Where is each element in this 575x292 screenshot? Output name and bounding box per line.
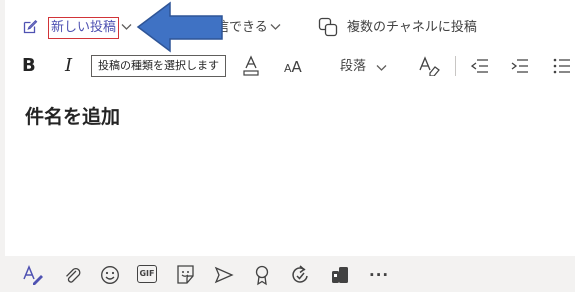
post-type-selector[interactable]: 新しい投稿 bbox=[48, 17, 120, 39]
bulleted-list-icon[interactable] bbox=[553, 58, 571, 74]
gif-label: GIF bbox=[139, 269, 155, 278]
clear-formatting-icon[interactable] bbox=[418, 56, 440, 76]
more-options-icon[interactable]: ··· bbox=[369, 268, 389, 283]
format-icon[interactable] bbox=[22, 265, 44, 285]
praise-icon[interactable] bbox=[254, 264, 270, 286]
emoji-icon[interactable] bbox=[100, 265, 120, 285]
message-extensions-toolbar bbox=[0, 256, 575, 292]
post-in-multiple-channels-label[interactable]: 複数のチャネルに投稿 bbox=[347, 21, 477, 34]
apps-extension-icon[interactable] bbox=[330, 265, 350, 285]
increase-indent-icon[interactable] bbox=[511, 58, 529, 74]
toolbar-divider bbox=[455, 56, 456, 76]
pointer-arrow-annotation bbox=[136, 1, 223, 53]
edit-icon[interactable] bbox=[22, 19, 38, 35]
font-size-icon[interactable]: AA bbox=[284, 60, 302, 75]
multi-channel-icon[interactable] bbox=[318, 17, 338, 37]
chevron-down-icon[interactable] bbox=[270, 23, 281, 31]
subject-input[interactable]: 件名を追加 bbox=[25, 108, 120, 127]
decrease-indent-icon[interactable] bbox=[471, 58, 489, 74]
meet-now-icon[interactable] bbox=[214, 266, 234, 284]
bold-icon[interactable]: B bbox=[22, 57, 36, 75]
tooltip: 投稿の種類を選択します bbox=[91, 55, 226, 77]
sticker-icon[interactable] bbox=[175, 264, 196, 285]
attach-icon[interactable] bbox=[63, 265, 81, 285]
paragraph-dropdown[interactable]: 段落 bbox=[340, 60, 366, 73]
loop-icon[interactable] bbox=[290, 264, 310, 285]
italic-icon[interactable]: I bbox=[65, 57, 72, 75]
chevron-down-icon[interactable] bbox=[121, 23, 132, 31]
chevron-down-icon[interactable] bbox=[376, 64, 387, 72]
gif-icon[interactable]: GIF bbox=[137, 265, 157, 283]
font-color-icon[interactable] bbox=[242, 55, 260, 77]
